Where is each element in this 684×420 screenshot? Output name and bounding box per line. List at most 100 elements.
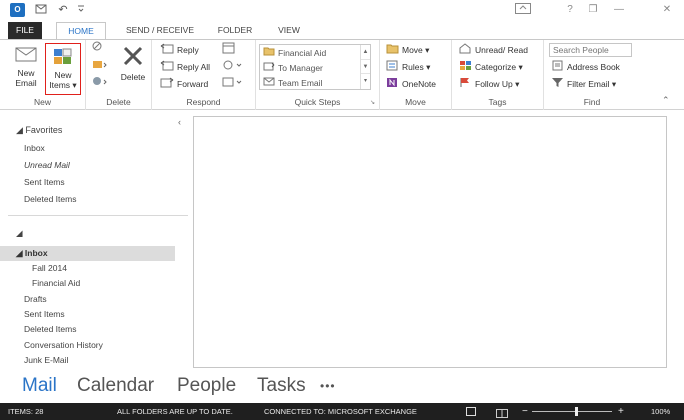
favorites-header[interactable]: ◢ Favorites <box>16 125 62 136</box>
navigation-bar: Mail Calendar People Tasks ••• <box>0 369 684 403</box>
reply-label: Reply <box>177 45 199 55</box>
help-icon[interactable]: ? <box>563 3 577 17</box>
clean-up-button[interactable] <box>92 59 111 74</box>
group-delete: Delete Delete <box>86 40 152 110</box>
zoom-level[interactable]: 100% <box>651 403 670 420</box>
forward-button[interactable]: Forward <box>160 77 208 92</box>
new-email-label-1: New <box>17 68 35 78</box>
quick-step-label: Financial Aid <box>278 48 327 58</box>
folder-conversation-history[interactable]: Conversation History <box>24 340 103 350</box>
rules-button[interactable]: Rules ▾ <box>386 60 430 75</box>
tab-file[interactable]: FILE <box>8 22 42 39</box>
folder-inbox[interactable]: ◢ Inbox <box>16 248 48 259</box>
more-respond-icon <box>222 76 242 93</box>
address-book-label: Address Book <box>567 62 620 72</box>
categorize-label: Categorize ▾ <box>475 62 523 72</box>
zoom-in-button[interactable]: + <box>618 403 624 420</box>
move-button[interactable]: Move ▾ <box>386 43 429 58</box>
onenote-button[interactable]: OneNote <box>386 77 436 92</box>
quick-step-team-email[interactable]: Team Email <box>263 76 322 90</box>
nav-calendar[interactable]: Calendar <box>77 375 154 397</box>
new-email-button[interactable]: New Email <box>10 44 42 88</box>
minimize-icon[interactable]: — <box>612 3 626 17</box>
folder-junk-email[interactable]: Junk E-Mail <box>24 355 68 365</box>
favorite-sent-items[interactable]: Sent Items <box>24 177 65 187</box>
more-respond-button[interactable] <box>222 77 245 92</box>
flag-icon <box>459 77 472 93</box>
quick-steps-scroll[interactable]: ▲ ▼ ▾ <box>360 45 370 89</box>
connection-status: CONNECTED TO: MICROSOFT EXCHANGE <box>264 407 417 416</box>
zoom-slider-thumb[interactable] <box>574 407 578 416</box>
address-book-button[interactable]: Address Book <box>551 60 620 75</box>
team-email-icon <box>263 76 275 90</box>
collapse-folder-pane-icon[interactable]: ‹ <box>178 117 181 127</box>
close-icon[interactable]: ✕ <box>660 3 674 17</box>
folder-financial-aid[interactable]: Financial Aid <box>32 278 80 288</box>
folder-drafts[interactable]: Drafts <box>24 294 47 304</box>
nav-more-icon[interactable]: ••• <box>320 379 336 393</box>
new-items-label-1: New <box>54 70 72 80</box>
unread-read-button[interactable]: Unread/ Read <box>459 42 528 58</box>
items-count: ITEMS: 28 <box>8 407 44 416</box>
quick-step-to-manager[interactable]: To Manager <box>263 61 323 75</box>
reading-view-icon[interactable] <box>496 407 508 418</box>
send-receive-icon[interactable] <box>34 3 48 17</box>
outlook-logo-icon: O <box>10 3 25 17</box>
scroll-up-icon[interactable]: ▲ <box>361 45 370 60</box>
nav-tasks[interactable]: Tasks <box>257 375 306 397</box>
search-people-input[interactable] <box>549 43 632 57</box>
junk-button[interactable] <box>92 76 111 91</box>
zoom-slider-track[interactable] <box>532 411 612 412</box>
junk-icon <box>92 75 108 92</box>
group-move-label: Move <box>405 97 426 107</box>
follow-up-button[interactable]: Follow Up ▾ <box>459 77 519 92</box>
undo-icon[interactable]: ↶ <box>56 3 70 17</box>
delete-label: Delete <box>120 72 146 82</box>
ribbon: New Email New Items ▾ New Delete Delete … <box>0 39 684 110</box>
group-move: Move ▾ Rules ▾ OneNote Move <box>380 40 452 110</box>
reply-icon <box>160 42 174 59</box>
quick-steps-gallery: Financial Aid To Manager Team Email ▲ ▼ … <box>259 44 371 90</box>
restore-icon[interactable]: ❐ <box>586 3 600 17</box>
new-items-label-2: Items ▾ <box>49 80 77 90</box>
normal-view-icon[interactable] <box>466 407 476 416</box>
reading-pane[interactable] <box>193 116 667 368</box>
account-toggle-icon[interactable]: ◢ <box>16 228 23 239</box>
rules-label: Rules ▾ <box>402 62 431 72</box>
favorite-unread-mail[interactable]: Unread Mail <box>24 160 70 170</box>
favorite-deleted-items[interactable]: Deleted Items <box>24 194 76 204</box>
im-button[interactable] <box>222 60 245 75</box>
categorize-button[interactable]: Categorize ▾ <box>459 60 523 75</box>
folder-fall-2014[interactable]: Fall 2014 <box>32 263 67 273</box>
collapse-ribbon-icon[interactable]: ⌃ <box>662 95 670 106</box>
tab-send-receive[interactable]: SEND / RECEIVE <box>120 22 200 39</box>
meeting-button[interactable] <box>222 42 239 58</box>
nav-people[interactable]: People <box>177 375 236 397</box>
categorize-icon <box>459 60 472 76</box>
folder-sent-items[interactable]: Sent Items <box>24 309 65 319</box>
gallery-more-icon[interactable]: ▾ <box>361 74 370 89</box>
reply-all-button[interactable]: Reply All <box>160 60 210 75</box>
tab-home[interactable]: HOME <box>56 22 106 40</box>
new-items-button[interactable]: New Items ▾ <box>45 43 81 95</box>
filter-icon <box>551 77 564 93</box>
new-email-label-2: Email <box>15 78 37 88</box>
filter-email-button[interactable]: Filter Email ▾ <box>551 77 616 92</box>
delete-button[interactable]: Delete <box>116 44 150 82</box>
ribbon-display-icon[interactable] <box>514 3 532 17</box>
reply-button[interactable]: Reply <box>160 43 199 58</box>
ignore-button[interactable] <box>92 41 107 57</box>
folder-deleted-items[interactable]: Deleted Items <box>24 324 76 334</box>
reply-all-label: Reply All <box>177 62 211 72</box>
favorite-inbox[interactable]: Inbox <box>24 143 45 153</box>
tab-view[interactable]: VIEW <box>270 22 308 39</box>
customize-icon[interactable] <box>74 3 88 17</box>
group-new-label: New <box>33 97 51 107</box>
quick-step-financial-aid[interactable]: Financial Aid <box>263 46 326 60</box>
scroll-down-icon[interactable]: ▼ <box>361 60 370 75</box>
tab-folder[interactable]: FOLDER <box>212 22 258 39</box>
nav-mail[interactable]: Mail <box>22 375 57 397</box>
zoom-out-button[interactable]: − <box>522 403 528 420</box>
ribbon-tabs: FILE HOME SEND / RECEIVE FOLDER VIEW <box>0 22 684 40</box>
sync-status: ALL FOLDERS ARE UP TO DATE. <box>117 407 233 416</box>
